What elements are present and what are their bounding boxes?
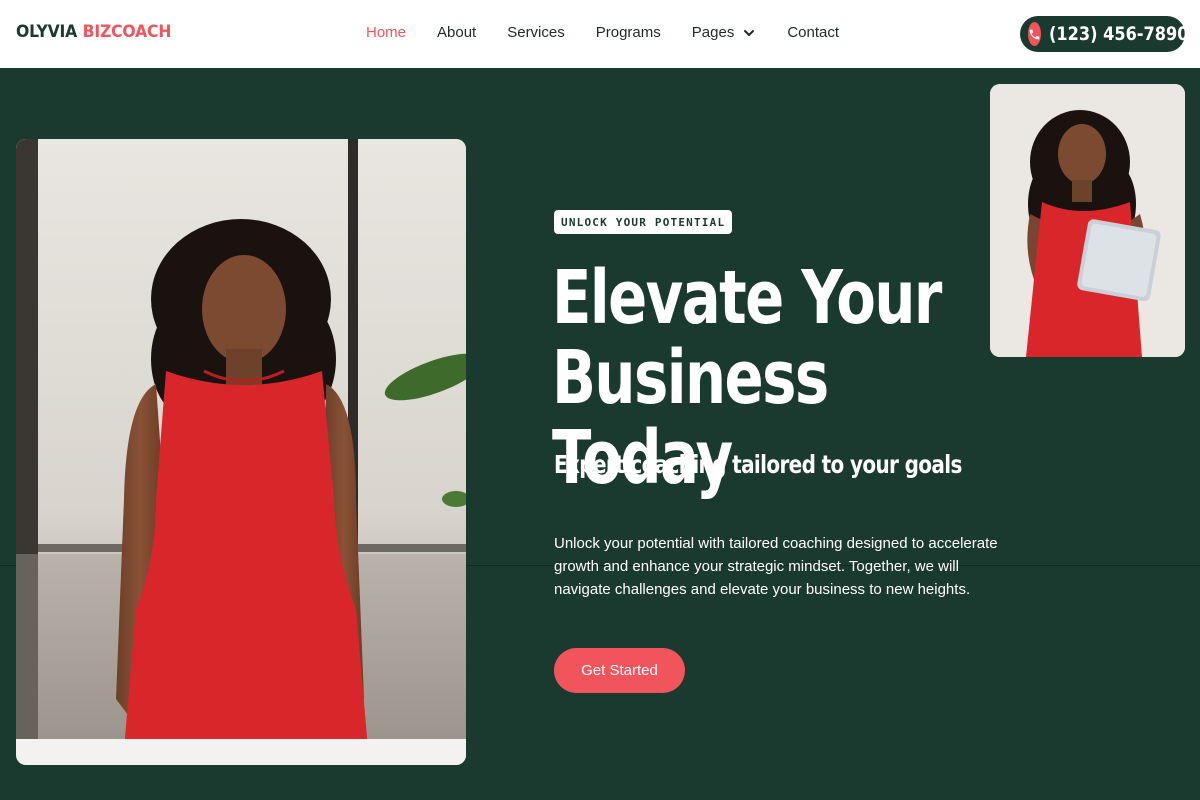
- phone-button[interactable]: (123) 456-7890: [1020, 16, 1189, 52]
- nav-item-pages[interactable]: Pages: [692, 24, 757, 41]
- hero-title-line1: Elevate Your: [552, 255, 942, 341]
- nav-item-label: Home: [366, 24, 407, 41]
- logo[interactable]: OLYVIA BIZCOACH: [16, 22, 171, 42]
- hero-photo-secondary: [990, 84, 1185, 357]
- chevron-down-icon: [744, 29, 755, 36]
- hero-photo-main: [16, 139, 466, 765]
- nav-item-label: Programs: [595, 24, 661, 41]
- nav-item-label: Pages: [691, 24, 735, 41]
- get-started-button[interactable]: Get Started: [554, 648, 685, 693]
- phone-number: (123) 456-7890: [1049, 23, 1189, 45]
- logo-word-first: OLYVIA: [16, 22, 78, 42]
- hero-subtitle: Expert coaching tailored to your goals: [554, 450, 962, 479]
- site-header: OLYVIA BIZCOACH Home About Services Progr…: [0, 0, 1200, 68]
- nav-item-label: Services: [507, 24, 565, 41]
- logo-word-second: BIZCOACH: [82, 22, 172, 42]
- phone-icon: [1028, 22, 1041, 46]
- nav-item-contact[interactable]: Contact: [787, 24, 839, 41]
- nav-item-about[interactable]: About: [437, 24, 476, 41]
- nav-item-home[interactable]: Home: [366, 24, 406, 41]
- hero-description: Unlock your potential with tailored coac…: [554, 535, 998, 598]
- nav-item-label: Contact: [787, 24, 840, 41]
- nav-item-label: About: [437, 24, 477, 41]
- main-nav: Home About Services Programs Pages Conta…: [366, 24, 870, 41]
- nav-item-services[interactable]: Services: [507, 24, 565, 41]
- hero-badge: UNLOCK YOUR POTENTIAL: [554, 210, 733, 234]
- nav-item-programs[interactable]: Programs: [596, 24, 661, 41]
